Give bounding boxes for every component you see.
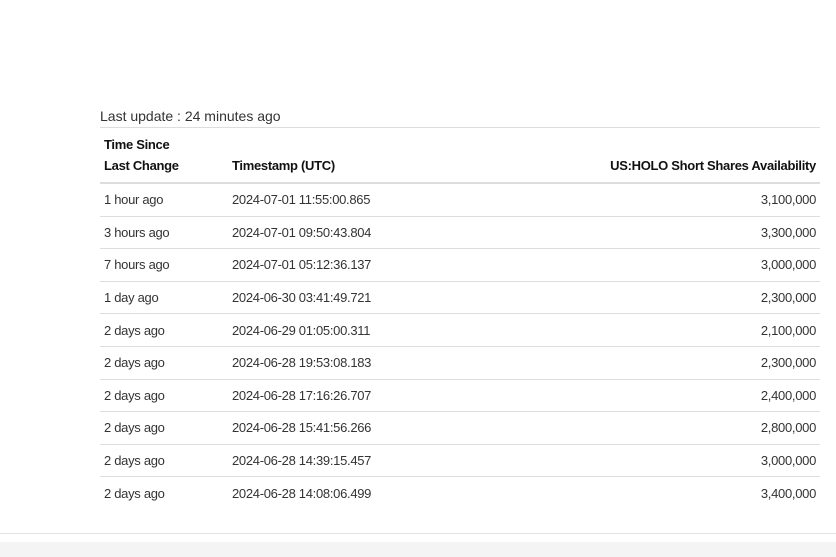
cell-short-shares: 3,000,000 <box>478 248 820 282</box>
cell-timestamp: 2024-07-01 05:12:36.137 <box>228 248 478 282</box>
cell-timestamp: 2024-06-29 01:05:00.311 <box>228 313 478 347</box>
short-availability-table: Time Since Last Change Timestamp (UTC) U… <box>100 128 820 509</box>
cell-short-shares: 3,000,000 <box>478 444 820 478</box>
table-row: 1 day ago 2024-06-30 03:41:49.721 2,300,00… <box>100 281 820 315</box>
table-body: 1 hour ago 2024-07-01 11:55:00.865 3,100,0… <box>100 183 820 509</box>
table-row: 1 hour ago 2024-07-01 11:55:00.865 3,100,0… <box>100 183 820 217</box>
column-header-short-shares[interactable]: US:HOLO Short Shares Availability <box>478 128 820 184</box>
header-since-line2: Last Change <box>104 158 179 173</box>
column-header-timestamp[interactable]: Timestamp (UTC) <box>228 128 478 184</box>
cell-time-since: 2 days ago <box>100 346 228 380</box>
header-since-line1: Time Since <box>104 137 170 152</box>
cell-time-since: 7 hours ago <box>100 248 228 282</box>
cell-timestamp: 2024-06-28 19:53:08.183 <box>228 346 478 380</box>
cell-timestamp: 2024-06-28 17:16:26.707 <box>228 379 478 413</box>
cell-timestamp: 2024-06-30 03:41:49.721 <box>228 281 478 315</box>
table-row: 2 days ago 2024-06-28 14:08:06.499 3,400,0… <box>100 477 820 509</box>
table-header: Time Since Last Change Timestamp (UTC) U… <box>100 128 820 184</box>
cell-timestamp: 2024-07-01 09:50:43.804 <box>228 216 478 250</box>
page: Last update : 24 minutes ago Time Since … <box>0 0 836 557</box>
table-row: 2 days ago 2024-06-28 19:53:08.183 2,300,0… <box>100 346 820 380</box>
cell-time-since: 2 days ago <box>100 379 228 413</box>
cell-time-since: 2 days ago <box>100 411 228 445</box>
table-row: 7 hours ago 2024-07-01 05:12:36.137 3,000,… <box>100 248 820 282</box>
column-header-time-since[interactable]: Time Since Last Change <box>100 128 228 184</box>
cell-timestamp: 2024-06-28 14:39:15.457 <box>228 444 478 478</box>
cell-timestamp: 2024-06-28 15:41:56.266 <box>228 411 478 445</box>
cell-short-shares: 2,300,000 <box>478 346 820 380</box>
cell-short-shares: 3,100,000 <box>478 183 820 217</box>
cell-short-shares: 3,400,000 <box>760 485 816 501</box>
cell-short-shares: 3,300,000 <box>478 216 820 250</box>
cell-short-shares: 2,400,000 <box>478 379 820 413</box>
footer-strip <box>0 542 836 557</box>
table-row: 2 days ago 2024-06-28 17:16:26.707 2,400,0… <box>100 379 820 413</box>
cell-timestamp: 2024-07-01 11:55:00.865 <box>228 183 478 217</box>
cell-time-since: 1 hour ago <box>100 183 228 217</box>
cell-time-since: 2 days ago <box>100 444 228 478</box>
cell-time-since: 1 day ago <box>100 281 228 315</box>
cell-short-shares: 2,300,000 <box>478 281 820 315</box>
table-row: 2 days ago 2024-06-28 15:41:56.266 2,800,0… <box>100 411 820 445</box>
cell-time-since: 2 days ago <box>100 313 228 347</box>
cell-short-shares: 2,100,000 <box>478 313 820 347</box>
cell-short-shares: 2,800,000 <box>478 411 820 445</box>
table-row: 2 days ago 2024-06-28 14:39:15.457 3,000,0… <box>100 444 820 478</box>
table-row: 3 hours ago 2024-07-01 09:50:43.804 3,300,… <box>100 216 820 250</box>
cell-time-since: 2 days ago <box>104 485 165 501</box>
cell-time-since: 3 hours ago <box>100 216 228 250</box>
header-row: Time Since Last Change Timestamp (UTC) U… <box>100 128 820 184</box>
last-update-text: Last update : 24 minutes ago <box>100 108 281 124</box>
cell-timestamp: 2024-06-28 14:08:06.499 <box>232 485 372 501</box>
table-row: 2 days ago 2024-06-29 01:05:00.311 2,100,0… <box>100 313 820 347</box>
divider <box>0 533 836 534</box>
